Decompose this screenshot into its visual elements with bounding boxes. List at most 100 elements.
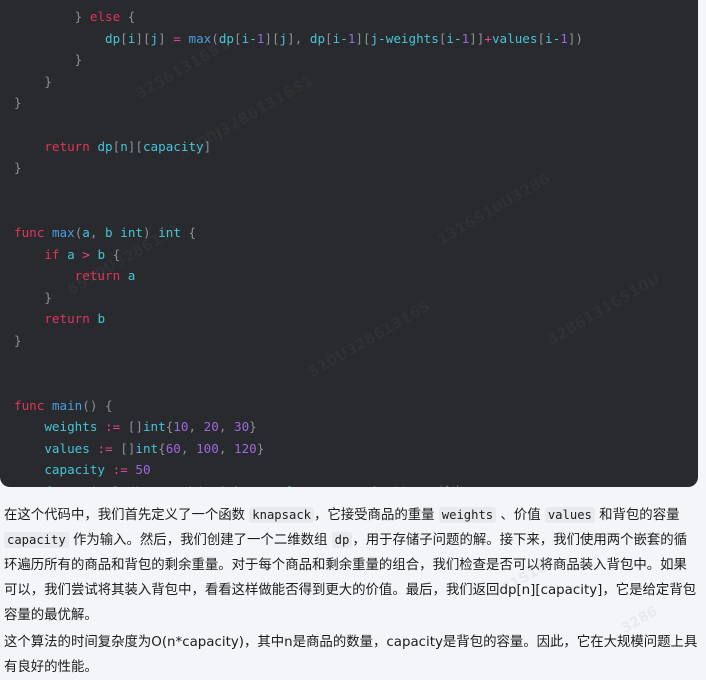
code-line: } [14, 330, 684, 352]
inline-code: knapsack [249, 507, 314, 523]
code-block[interactable]: 32561316S1 3600J32861316S1 S10U32861316S… [0, 0, 698, 487]
code-token: { [180, 224, 197, 240]
code-token: a [127, 268, 136, 284]
code-token: ] [158, 30, 174, 46]
code-line: func max(a, b int) int { [14, 222, 684, 244]
code-token: 10 [173, 419, 189, 435]
code-token: dp [309, 30, 326, 46]
code-token: := [105, 419, 121, 435]
code-token: { [105, 246, 121, 262]
code-token: } [249, 419, 257, 435]
code-token: dp [218, 30, 234, 46]
code-line: } [14, 92, 684, 114]
code-token: b [97, 311, 106, 327]
code-token: max [188, 30, 212, 46]
code-line: dp[i][j] = max(dp[i-1][j], dp[i-1][j-wei… [14, 28, 684, 50]
code-token: int [158, 224, 181, 240]
code-token: capacity [44, 462, 106, 478]
code-token: ]) [567, 30, 583, 46]
code-token: } [14, 95, 22, 111]
code-token: , [317, 484, 332, 487]
code-token: , [257, 484, 272, 487]
code-token: } [14, 160, 22, 176]
code-line: capacity := 50 [14, 459, 684, 481]
code-token: b [97, 246, 106, 262]
code-token: values [44, 440, 90, 456]
code-token: { [158, 440, 166, 456]
code-token: [ [537, 30, 546, 46]
code-token: int [142, 419, 166, 435]
text-run: ，它接受商品的重量 [314, 508, 439, 523]
code-token: i- [332, 30, 348, 46]
code-token: capacity [142, 138, 204, 154]
code-token: ( [196, 484, 204, 487]
code-token: values [272, 484, 318, 487]
explanation-text: 在这个代码中，我们首先定义了一个函数 knapsack ，它接受商品的重量 wei… [0, 487, 706, 680]
code-token: . [67, 484, 75, 487]
code-token: a [82, 224, 90, 240]
code-token: )) [393, 484, 416, 487]
code-token: main [51, 397, 83, 413]
code-token: } [256, 440, 265, 456]
code-content[interactable]: } else { dp[i][j] = max(dp[i-1][j], dp[i… [0, 6, 698, 487]
code-token: a [67, 246, 75, 262]
code-token: , [218, 440, 234, 456]
code-line: weights := []int{10, 20, 30} [14, 416, 684, 438]
code-line: } [14, 287, 684, 309]
code-token: 30 [233, 419, 250, 435]
code-token: ]] [469, 30, 485, 46]
inline-code: values [544, 507, 595, 523]
code-token: j [279, 30, 288, 46]
code-token: [ [325, 30, 333, 46]
code-token: } [74, 52, 83, 68]
code-token: ][ [135, 30, 151, 46]
code-token: { [120, 9, 136, 24]
code-line: if a > b { [14, 244, 684, 266]
text-run: 、价值 [496, 508, 545, 523]
code-token: func [14, 224, 45, 240]
code-token: weights [44, 419, 98, 435]
code-token: 50 [135, 462, 151, 478]
code-token: 120 [233, 440, 257, 456]
code-token: ) [142, 224, 159, 240]
code-token: } [44, 73, 52, 89]
code-token: [ [120, 30, 128, 46]
code-token: int [135, 440, 159, 456]
code-token: // 输出：150 [416, 484, 499, 487]
code-token: 60 [165, 440, 181, 456]
code-token: i- [545, 30, 561, 46]
code-token: () { [82, 397, 113, 413]
code-token: max [51, 224, 75, 240]
text-run: 在这个代码中，我们首先定义了一个函数 [4, 508, 250, 523]
paragraph: 这个算法的时间复杂度为O(n*capacity)，其中n是商品的数量，capac… [4, 630, 700, 680]
code-line: func main() { [14, 395, 684, 417]
code-token: capacity [333, 484, 394, 487]
text-run: 这个算法的时间复杂度为O(n*capacity)，其中n是商品的数量，capac… [4, 635, 698, 675]
code-token: j [150, 30, 159, 46]
code-token: 100 [196, 440, 219, 456]
code-token: > [82, 246, 90, 262]
paragraph: 在这个代码中，我们首先定义了一个函数 knapsack ，它接受商品的重量 wei… [4, 503, 700, 628]
code-token: , [188, 419, 204, 435]
code-token: } [14, 332, 22, 348]
code-token: n [120, 138, 128, 154]
code-token: 1 [560, 30, 568, 46]
code-token: 20 [203, 419, 219, 435]
code-scroll-area[interactable]: } else { dp[i][j] = max(dp[i-1][j], dp[i… [0, 0, 698, 487]
inline-code: dp [331, 532, 353, 548]
code-token: j-weights [370, 30, 439, 46]
code-token: ] [203, 138, 212, 154]
code-line: return b [14, 308, 684, 330]
code-token: b [105, 224, 113, 240]
text-run: 作为输入。然后，我们创建了一个二维数组 [68, 533, 332, 548]
